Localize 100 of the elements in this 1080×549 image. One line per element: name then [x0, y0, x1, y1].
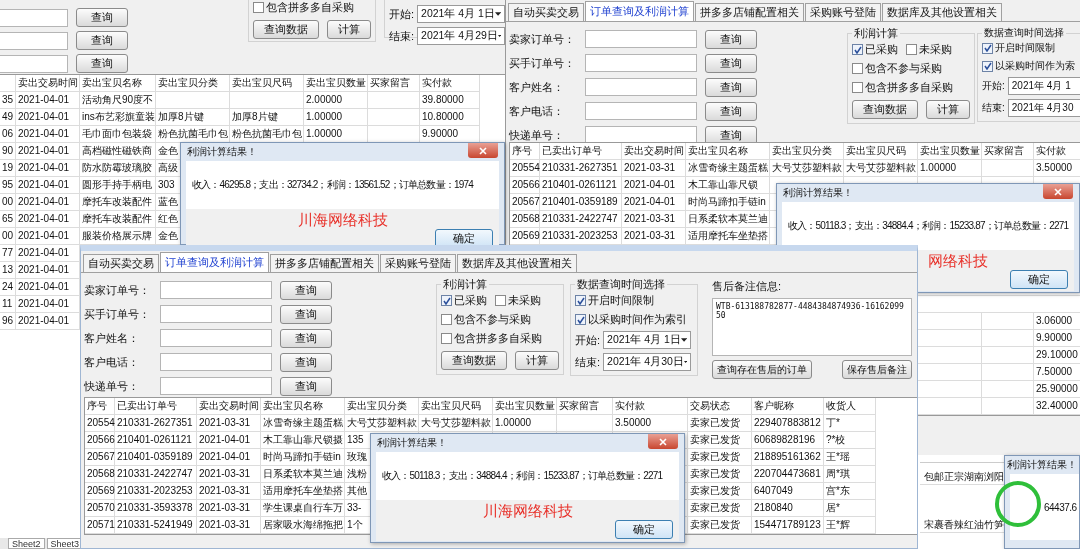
- sheet-tab[interactable]: Sheet2: [8, 538, 45, 549]
- column-header[interactable]: 卖出交易时间: [197, 398, 261, 415]
- tab[interactable]: 订单查询及利润计算: [160, 252, 269, 272]
- search-button[interactable]: 查询: [705, 78, 757, 97]
- input-field[interactable]: [160, 281, 272, 299]
- close-button[interactable]: [1043, 184, 1073, 199]
- input-field[interactable]: [160, 377, 272, 395]
- tab[interactable]: 采购账号登陆: [380, 254, 456, 272]
- column-header[interactable]: 序号: [510, 143, 540, 160]
- input-field[interactable]: [160, 305, 272, 323]
- input-field[interactable]: [0, 8, 68, 27]
- table-cell: 210401-0359189: [540, 194, 622, 211]
- column-header[interactable]: 卖出宝贝尺码: [844, 143, 918, 160]
- column-header[interactable]: 卖出宝贝数量: [918, 143, 982, 160]
- checkbox[interactable]: [441, 295, 452, 306]
- tab[interactable]: 自动买卖交易: [83, 254, 159, 272]
- query-data-button[interactable]: 查询数据: [852, 100, 918, 119]
- column-header[interactable]: 买家留言: [368, 75, 420, 92]
- search-button[interactable]: 查询: [76, 31, 128, 50]
- notes-field[interactable]: WTB-613188782877-4484384874936-1616209950: [712, 298, 912, 356]
- search-button[interactable]: 查询: [280, 377, 332, 396]
- ok-button[interactable]: 确定: [615, 520, 673, 539]
- checkbox[interactable]: [906, 44, 917, 55]
- checkbox[interactable]: [852, 44, 863, 55]
- query-data-button[interactable]: 查询数据: [441, 351, 507, 370]
- tab[interactable]: 拼多多店铺配置相关: [695, 3, 804, 21]
- input-field[interactable]: [0, 54, 68, 73]
- column-header[interactable]: 已卖出订单号: [115, 398, 197, 415]
- search-button[interactable]: 查询: [280, 329, 332, 348]
- column-header[interactable]: 实付款: [613, 398, 688, 415]
- search-button[interactable]: 查询: [705, 102, 757, 121]
- input-field[interactable]: [160, 353, 272, 371]
- save-notes-button[interactable]: 保存售后备注: [842, 360, 912, 379]
- column-header[interactable]: 卖出宝贝名称: [261, 398, 345, 415]
- column-header[interactable]: 卖出宝贝数量: [304, 75, 368, 92]
- column-header[interactable]: 卖出宝贝名称: [80, 75, 156, 92]
- input-field[interactable]: [585, 78, 697, 96]
- query-data-button[interactable]: 查询数据: [253, 20, 319, 39]
- date-picker[interactable]: 2021年 4月 1日: [603, 331, 692, 349]
- ok-button[interactable]: 确定: [1010, 270, 1068, 289]
- column-header[interactable]: 收货人: [824, 398, 876, 415]
- column-header[interactable]: 买家留言: [982, 143, 1034, 160]
- checkbox[interactable]: [495, 295, 506, 306]
- checkbox[interactable]: [852, 82, 863, 93]
- date-picker[interactable]: 2021年 4月 1日: [417, 5, 505, 23]
- checkbox[interactable]: [852, 63, 863, 74]
- column-header[interactable]: 交易状态: [688, 398, 752, 415]
- input-field[interactable]: [585, 102, 697, 120]
- query-aftersale-button[interactable]: 查询存在售后的订单: [712, 360, 812, 379]
- column-header[interactable]: 卖出宝贝分类: [770, 143, 844, 160]
- tab[interactable]: 自动买卖交易: [508, 3, 584, 21]
- input-field[interactable]: [585, 54, 697, 72]
- column-header[interactable]: 客户昵称: [752, 398, 824, 415]
- calculate-button[interactable]: 计算: [327, 20, 371, 39]
- column-header[interactable]: 卖出宝贝尺码: [419, 398, 493, 415]
- checkbox[interactable]: [575, 295, 586, 306]
- column-header[interactable]: 买家留言: [557, 398, 613, 415]
- column-header[interactable]: 实付款: [420, 75, 480, 92]
- tab[interactable]: 采购账号登陆: [805, 3, 881, 21]
- checkbox[interactable]: [441, 333, 452, 344]
- search-button[interactable]: 查询: [280, 281, 332, 300]
- checkbox[interactable]: [441, 314, 452, 325]
- table-cell: 2021-03-31: [197, 517, 261, 534]
- checkbox[interactable]: [982, 42, 993, 54]
- column-header[interactable]: 卖出宝贝分类: [156, 75, 230, 92]
- checkbox[interactable]: [575, 314, 586, 325]
- date-picker[interactable]: 2021年 4月30: [1007, 99, 1080, 117]
- close-button[interactable]: [648, 434, 678, 449]
- search-button[interactable]: 查询: [76, 54, 128, 73]
- checkbox[interactable]: [253, 2, 264, 13]
- column-header[interactable]: 卖出宝贝名称: [686, 143, 770, 160]
- calculate-button[interactable]: 计算: [926, 100, 970, 119]
- column-header[interactable]: 卖出宝贝数量: [493, 398, 557, 415]
- search-button[interactable]: 查询: [280, 353, 332, 372]
- search-button[interactable]: 查询: [705, 54, 757, 73]
- date-picker[interactable]: 2021年 4月29日: [417, 27, 505, 45]
- search-button[interactable]: 查询: [280, 305, 332, 324]
- column-header[interactable]: 卖出宝贝分类: [345, 398, 419, 415]
- tab[interactable]: 订单查询及利润计算: [585, 1, 694, 21]
- tab[interactable]: 拼多多店铺配置相关: [270, 254, 379, 272]
- column-header[interactable]: 卖出交易时间: [16, 75, 80, 92]
- input-field[interactable]: [160, 329, 272, 347]
- date-picker[interactable]: 2021年 4月 1: [1007, 77, 1080, 95]
- table-cell: 2021-04-01: [16, 109, 80, 126]
- input-field[interactable]: [585, 30, 697, 48]
- search-button[interactable]: 查询: [76, 8, 128, 27]
- tab[interactable]: 数据库及其他设置相关: [882, 3, 1002, 21]
- column-header[interactable]: 序号: [85, 398, 115, 415]
- search-button[interactable]: 查询: [705, 30, 757, 49]
- column-header[interactable]: 卖出交易时间: [622, 143, 686, 160]
- calculate-button[interactable]: 计算: [515, 351, 559, 370]
- column-header[interactable]: 卖出宝贝尺码: [230, 75, 304, 92]
- close-button[interactable]: [468, 143, 498, 158]
- table-cell: 20568: [85, 466, 115, 483]
- date-picker[interactable]: 2021年 4月30日: [603, 353, 692, 371]
- column-header[interactable]: 实付款: [1034, 143, 1080, 160]
- column-header[interactable]: 已卖出订单号: [540, 143, 622, 160]
- tab[interactable]: 数据库及其他设置相关: [457, 254, 577, 272]
- checkbox[interactable]: [982, 60, 993, 72]
- input-field[interactable]: [0, 31, 68, 50]
